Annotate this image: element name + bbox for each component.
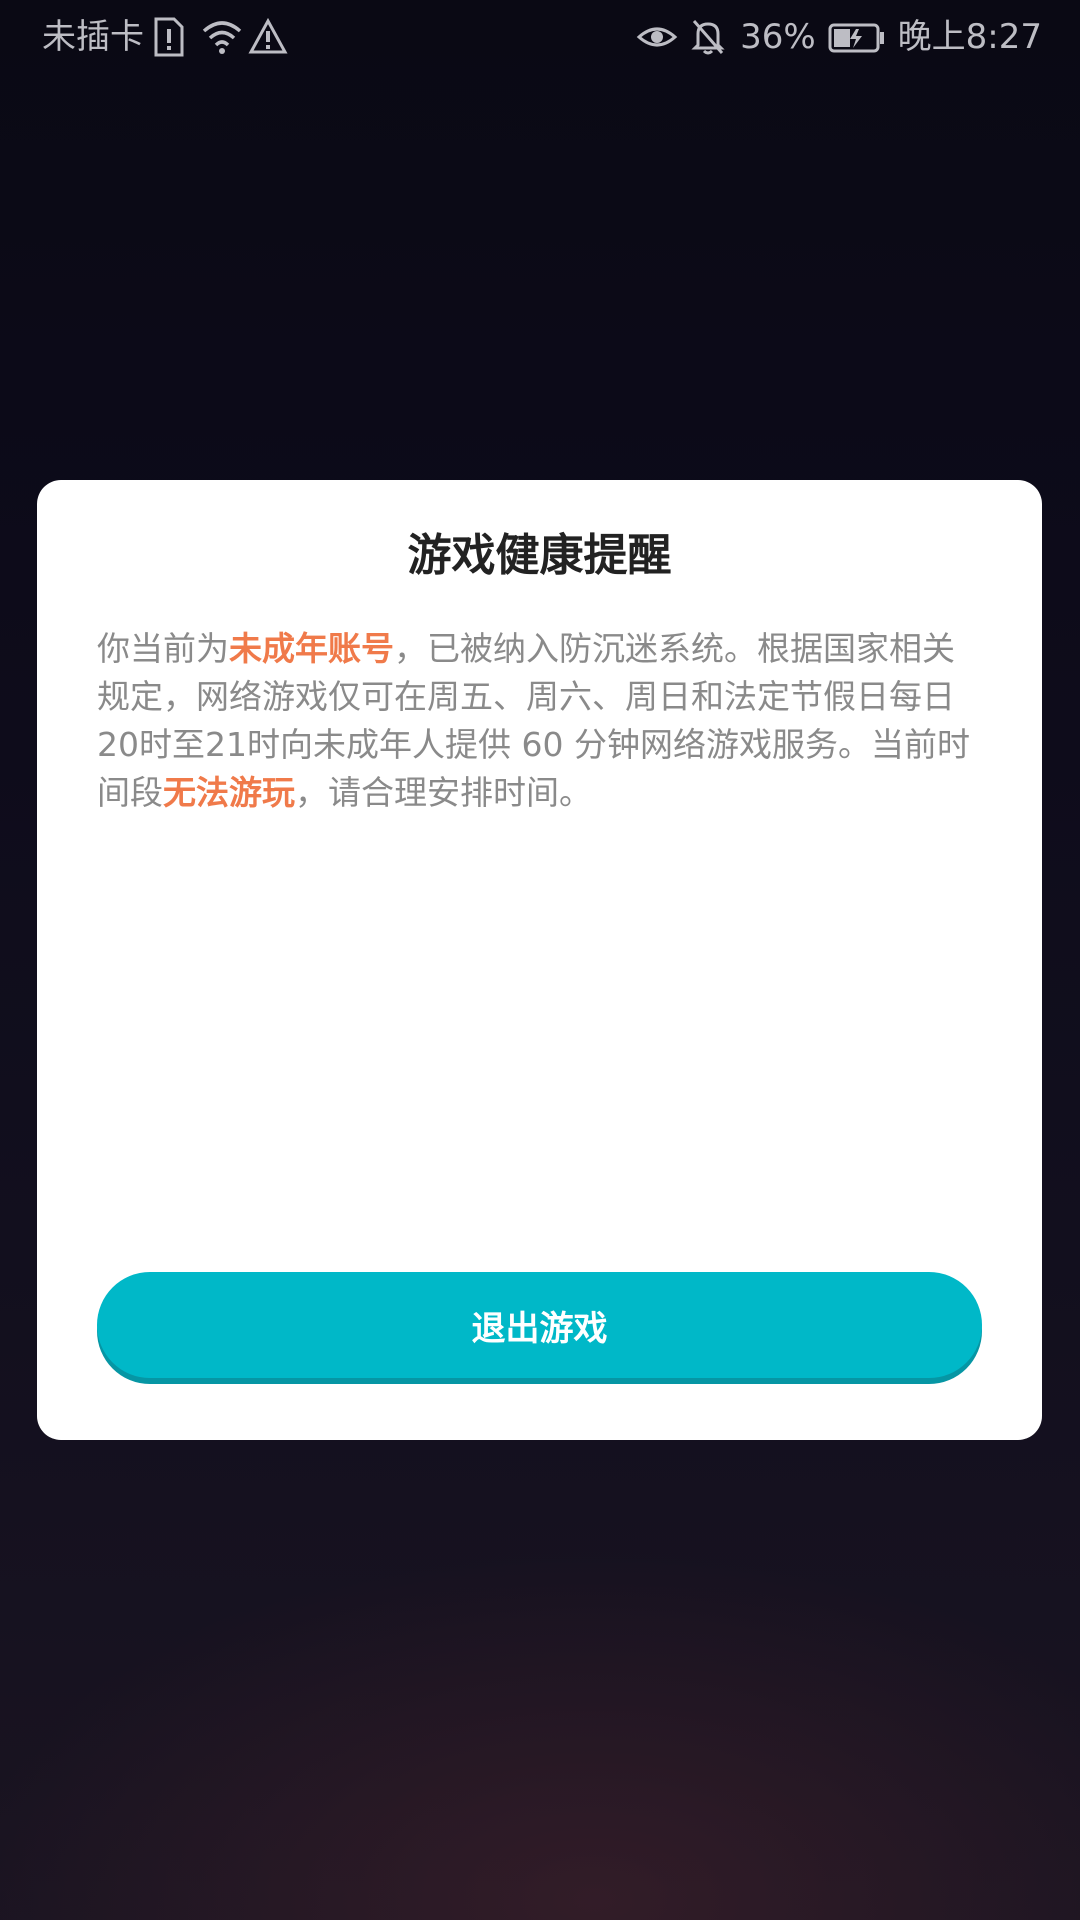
- carrier-label: 未插卡: [42, 17, 144, 57]
- eye-icon: [636, 17, 678, 57]
- minor-account-highlight: 未成年账号: [229, 629, 394, 668]
- sim-alert-icon: [152, 17, 192, 57]
- wifi-icon: [200, 17, 242, 57]
- dialog-message: 你当前为未成年账号，已被纳入防沉迷系统。根据国家相关规定，网络游戏仅可在周五、周…: [97, 625, 977, 817]
- dialog-title: 游戏健康提醒: [407, 530, 672, 581]
- message-text-1: 你当前为: [97, 629, 229, 668]
- status-bar-left: 未插卡: [42, 14, 288, 60]
- status-bar-right: 36% 晚上8:27: [636, 14, 1042, 60]
- cannot-play-highlight: 无法游玩: [163, 773, 295, 812]
- bell-off-icon: [688, 17, 728, 57]
- battery-icon: [828, 17, 886, 57]
- battery-percent: 36%: [740, 17, 816, 57]
- clock: 晚上8:27: [897, 17, 1042, 57]
- warning-icon: [248, 17, 288, 57]
- status-bar: 未插卡 36% 晚上8:27: [0, 0, 1080, 76]
- health-reminder-dialog: 游戏健康提醒 你当前为未成年账号，已被纳入防沉迷系统。根据国家相关规定，网络游戏…: [37, 480, 1042, 1440]
- message-text-3: ，请合理安排时间。: [295, 773, 592, 812]
- exit-game-button[interactable]: 退出游戏: [97, 1272, 982, 1378]
